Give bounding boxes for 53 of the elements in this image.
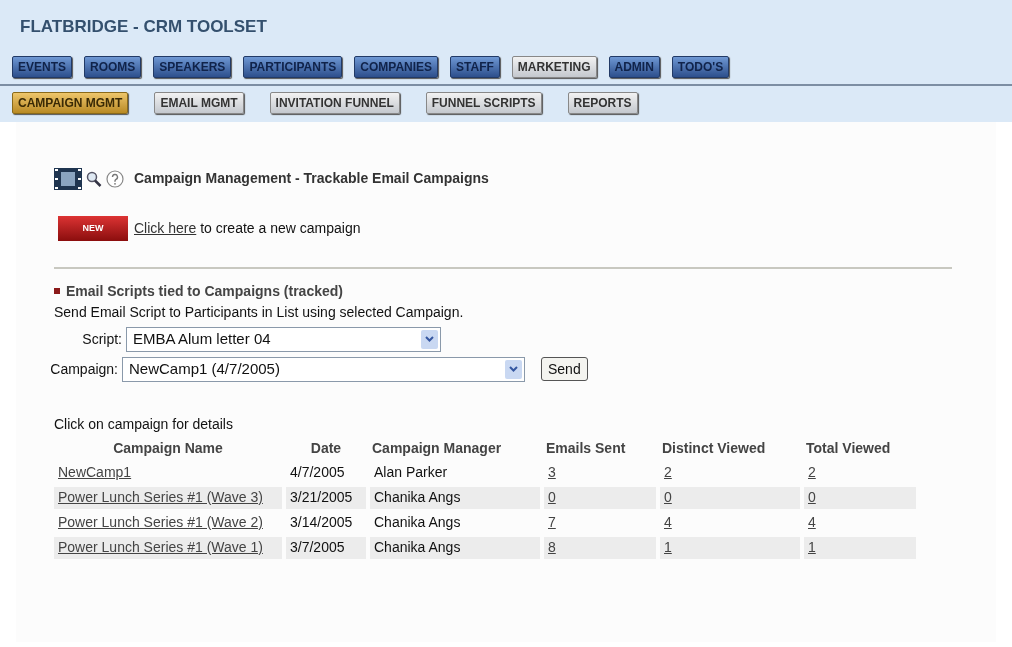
chevron-down-icon bbox=[509, 366, 518, 372]
count-link[interactable]: 4 bbox=[808, 514, 816, 530]
table-cell: Chanika Angs bbox=[370, 486, 540, 509]
section-title: Email Scripts tied to Campaigns (tracked) bbox=[66, 281, 343, 301]
field-label: Script: bbox=[81, 329, 122, 349]
table-cell-text: 4/7/2005 bbox=[289, 463, 346, 482]
count-link[interactable]: 0 bbox=[808, 489, 816, 505]
count-link[interactable]: 0 bbox=[664, 489, 672, 505]
count-link[interactable]: 0 bbox=[548, 489, 556, 505]
field-label: Campaign: bbox=[50, 359, 118, 379]
column-header: Distinct Viewed bbox=[661, 438, 767, 458]
count-link[interactable]: 2 bbox=[664, 464, 672, 480]
new-campaign-text: Click here to create a new campaign bbox=[134, 218, 361, 238]
table-cell: 3/21/2005 bbox=[286, 486, 366, 509]
table-cell-text: 3/14/2005 bbox=[289, 513, 354, 532]
count-link[interactable]: 1 bbox=[664, 539, 672, 555]
count-link[interactable]: 4 bbox=[664, 514, 672, 530]
sub-tab[interactable]: INVITATION FUNNEL bbox=[269, 91, 400, 114]
bullet-icon bbox=[54, 288, 60, 294]
sub-tab[interactable]: CAMPAIGN MGMT bbox=[12, 91, 129, 114]
page-title: Campaign Management - Trackable Email Campaigns bbox=[134, 169, 489, 188]
film-icon bbox=[54, 167, 82, 190]
script-select[interactable]: EMBA Alum letter 04 bbox=[126, 326, 441, 352]
column-header: Emails Sent bbox=[545, 438, 627, 458]
campaign-link[interactable]: NewCamp1 bbox=[58, 464, 132, 480]
column-header: Total Viewed bbox=[805, 438, 892, 458]
send-button[interactable]: Send bbox=[541, 357, 588, 381]
new-badge: NEW bbox=[58, 215, 128, 241]
column-header: Date bbox=[309, 438, 343, 458]
column-header: Campaign Name bbox=[112, 438, 224, 458]
count-link[interactable]: 3 bbox=[548, 464, 556, 480]
table-cell: 3/7/2005 bbox=[286, 536, 366, 559]
search-icon[interactable] bbox=[86, 169, 102, 188]
table-cell-text: Alan Parker bbox=[373, 463, 449, 482]
count-link[interactable]: 2 bbox=[808, 464, 816, 480]
campaign-link[interactable]: Power Lunch Series #1 (Wave 2) bbox=[58, 514, 263, 530]
nav-tab[interactable]: MARKETING bbox=[511, 55, 597, 78]
count-link[interactable]: 1 bbox=[808, 539, 816, 555]
section-description: Send Email Script to Participants in List using selected Campaign. bbox=[54, 302, 465, 322]
new-campaign-link[interactable]: Click here bbox=[134, 219, 197, 236]
count-link[interactable]: 8 bbox=[548, 539, 556, 555]
app-title: FLATBRIDGE - CRM TOOLSET bbox=[19, 16, 268, 38]
sub-tab[interactable]: REPORTS bbox=[567, 91, 638, 114]
table-cell: Chanika Angs bbox=[370, 536, 540, 559]
campaign-select[interactable]: NewCamp1 (4/7/2005) bbox=[122, 356, 525, 382]
help-icon[interactable] bbox=[106, 169, 124, 188]
column-header: Campaign Manager bbox=[371, 438, 503, 458]
sub-tab[interactable]: FUNNEL SCRIPTS bbox=[425, 91, 542, 114]
sub-tab[interactable]: EMAIL MGMT bbox=[154, 91, 244, 114]
table-cell-text: Chanika Angs bbox=[373, 513, 462, 532]
chevron-down-icon bbox=[425, 336, 434, 342]
count-link[interactable]: 7 bbox=[548, 514, 556, 530]
table-caption: Click on campaign for details bbox=[54, 414, 234, 434]
